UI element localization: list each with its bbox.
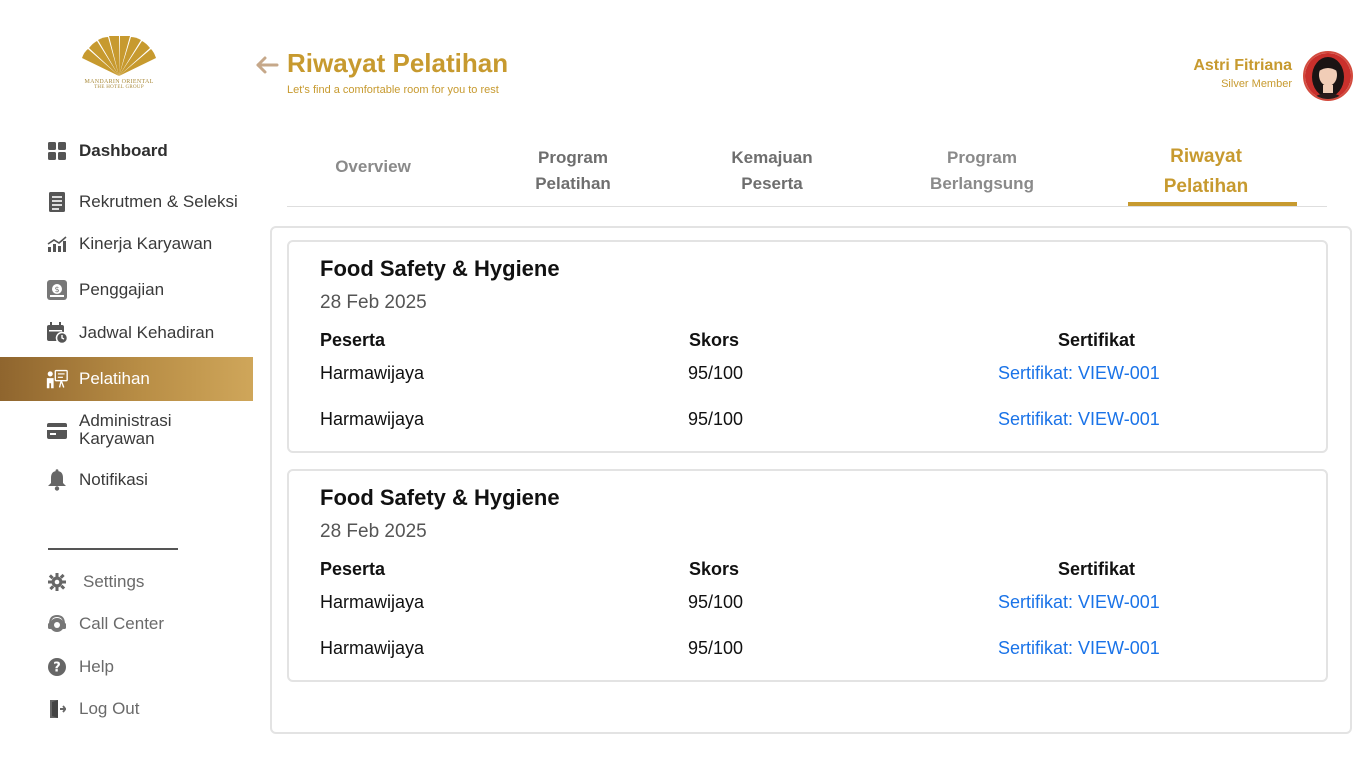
training-icon: [46, 368, 68, 390]
svg-text:$: $: [54, 285, 59, 294]
tab-label-line2: Peserta: [741, 174, 803, 193]
sidebar-item-kinerja[interactable]: Kinerja Karyawan: [0, 232, 253, 256]
sidebar-item-label: Rekrutmen & Seleksi: [79, 192, 238, 211]
tab-program-pelatihan[interactable]: Program Pelatihan: [513, 145, 633, 197]
peserta-name: Harmawijaya: [320, 638, 425, 658]
peserta-score: 95/100: [688, 409, 744, 429]
tab-label-line2: Pelatihan: [1163, 176, 1249, 197]
sidebar-item-penggajian[interactable]: $ Penggajian: [0, 278, 253, 302]
sidebar-item-dashboard[interactable]: Dashboard: [0, 139, 253, 163]
column-header-peserta: Peserta: [320, 559, 386, 579]
gear-icon: [46, 571, 68, 593]
calendar-icon: [46, 322, 68, 344]
sidebar-item-rekrutmen[interactable]: Rekrutmen & Seleksi: [0, 190, 253, 214]
user-name: Astri Fitriana: [1193, 57, 1292, 74]
sidebar-divider: [48, 548, 178, 550]
brand-logo: MANDARIN ORIENTAL THE HOTEL GROUP: [79, 36, 159, 98]
help-icon: ?: [46, 656, 68, 678]
logout-icon: [46, 698, 68, 720]
column-header-sertifikat: Sertifikat: [1058, 559, 1136, 579]
headset-icon: [46, 613, 68, 635]
training-date: 28 Feb 2025: [320, 521, 427, 542]
tab-overview[interactable]: Overview: [323, 154, 423, 180]
sidebar-item-label: Call Center: [79, 614, 165, 633]
tab-label-line2: Berlangsung: [930, 174, 1034, 193]
page-title: Riwayat Pelatihan: [287, 48, 509, 78]
tab-label-line2: Pelatihan: [535, 174, 611, 193]
user-tier: Silver Member: [1221, 78, 1292, 90]
sidebar-item-call-center[interactable]: Call Center: [0, 612, 253, 636]
sidebar-item-jadwal[interactable]: Jadwal Kehadiran: [0, 321, 253, 345]
chart-icon: [46, 233, 68, 255]
sidebar-item-label: Help: [79, 657, 114, 676]
sidebar-item-label: Administrasi: [79, 411, 172, 430]
peserta-score: 95/100: [688, 592, 744, 612]
fan-logo-icon: [82, 36, 156, 76]
sidebar-item-help[interactable]: ? Help: [0, 655, 253, 679]
certificate-link[interactable]: Sertifikat: VIEW-001: [998, 409, 1160, 430]
sidebar-item-label: Kinerja Karyawan: [79, 234, 213, 253]
sidebar-item-administrasi[interactable]: Administrasi Karyawan: [0, 412, 253, 450]
peserta-name: Harmawijaya: [320, 592, 425, 612]
grid-icon: [46, 140, 68, 162]
sidebar-item-label: Karyawan: [79, 429, 155, 448]
tab-label-line1: Riwayat: [1170, 146, 1242, 167]
tab-kemajuan-peserta[interactable]: Kemajuan Peserta: [712, 145, 832, 197]
sidebar-item-label: Settings: [83, 572, 145, 591]
sidebar-item-label: Notifikasi: [79, 470, 148, 489]
training-date: 28 Feb 2025: [320, 292, 427, 313]
column-header-peserta: Peserta: [320, 330, 386, 350]
training-title: Food Safety & Hygiene: [320, 256, 560, 281]
training-title: Food Safety & Hygiene: [320, 485, 560, 510]
certificate-link[interactable]: Sertifikat: VIEW-001: [998, 592, 1160, 613]
sidebar-item-label: Pelatihan: [79, 369, 150, 388]
peserta-name: Harmawijaya: [320, 409, 425, 429]
tabs-divider: [287, 206, 1327, 207]
training-card: Food Safety & Hygiene 28 Feb 2025 Pesert…: [287, 240, 1328, 453]
tab-label: Overview: [335, 157, 411, 176]
tab-label-line1: Kemajuan: [731, 148, 813, 167]
tab-label-line1: Program: [947, 148, 1017, 167]
sidebar-item-label: Jadwal Kehadiran: [79, 323, 215, 342]
svg-text:?: ?: [53, 661, 61, 676]
sidebar-item-settings[interactable]: Settings: [0, 570, 253, 594]
column-header-skors: Skors: [689, 559, 740, 579]
sidebar-item-label: Log Out: [79, 699, 140, 718]
clipboard-icon: [46, 191, 68, 213]
peserta-score: 95/100: [688, 638, 744, 658]
sidebar-item-label: Penggajian: [79, 280, 165, 299]
sidebar-item-label: Dashboard: [79, 141, 168, 160]
payroll-icon: $: [46, 279, 68, 301]
back-arrow-icon[interactable]: [254, 52, 280, 78]
certificate-link[interactable]: Sertifikat: VIEW-001: [998, 363, 1160, 384]
tab-label-line1: Program: [538, 148, 608, 167]
sidebar-item-notifikasi[interactable]: Notifikasi: [0, 468, 253, 492]
column-header-sertifikat: Sertifikat: [1058, 330, 1136, 350]
tab-program-berlangsung[interactable]: Program Berlangsung: [912, 145, 1052, 197]
avatar[interactable]: [1303, 51, 1353, 101]
tab-riwayat-pelatihan[interactable]: Riwayat Pelatihan: [1138, 142, 1274, 202]
brand-tagline: THE HOTEL GROUP: [94, 85, 144, 90]
active-tab-indicator: [1128, 202, 1297, 206]
training-card: Food Safety & Hygiene 28 Feb 2025 Pesert…: [287, 469, 1328, 682]
column-header-skors: Skors: [689, 330, 740, 350]
peserta-name: Harmawijaya: [320, 363, 425, 383]
page-subtitle: Let's find a comfortable room for you to…: [287, 84, 499, 96]
sidebar-item-logout[interactable]: Log Out: [0, 697, 253, 721]
bell-icon: [46, 469, 68, 491]
sidebar-item-pelatihan[interactable]: Pelatihan: [0, 357, 253, 401]
card-icon: [46, 420, 68, 442]
certificate-link[interactable]: Sertifikat: VIEW-001: [998, 638, 1160, 659]
peserta-score: 95/100: [688, 363, 744, 383]
